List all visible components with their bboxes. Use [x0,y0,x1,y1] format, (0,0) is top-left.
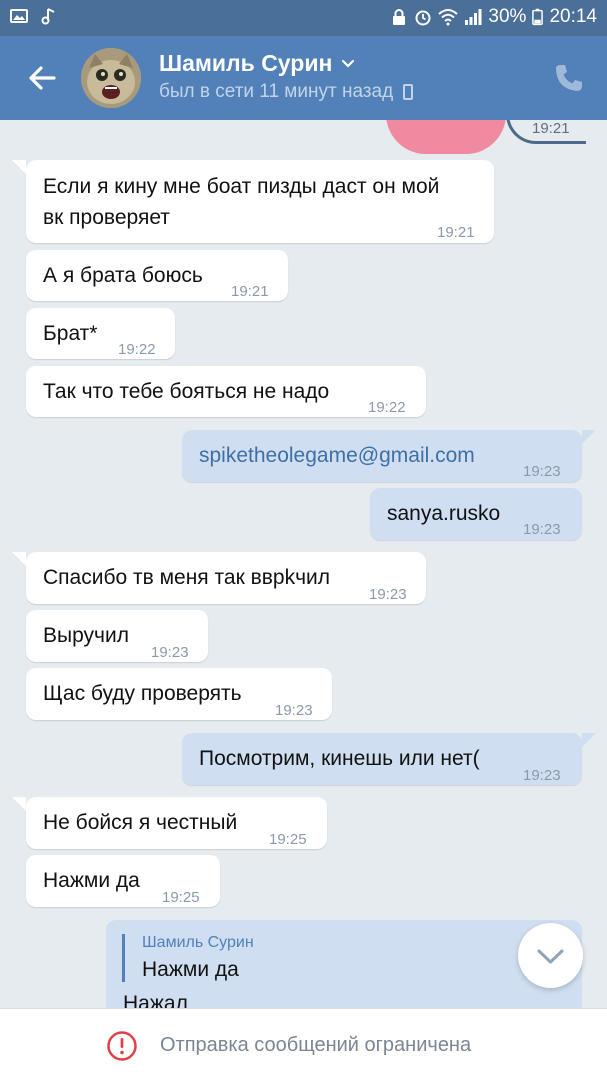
message-time: 19:23 [523,521,561,538]
message-incoming[interactable]: Спасибо тв меня так вврkчил 19:23 [26,552,426,604]
chevron-down-icon [537,949,564,964]
message-time: 19:25 [162,889,200,906]
lock-icon [393,9,406,25]
message-outgoing[interactable]: spiketheolegame@gmail.com 19:23 [182,430,582,482]
message-incoming[interactable]: Если я кину мне боат пизды даст он мой в… [26,160,494,243]
restriction-notice: Отправка сообщений ограничена [160,1034,472,1056]
message-incoming[interactable]: Щас буду проверять 19:23 [26,668,332,720]
message-incoming[interactable]: Так что тебе бояться не надо 19:22 [26,366,426,417]
message-text: вк проверяет [43,206,170,229]
alarm-icon [415,10,431,26]
sticker-partial [386,120,506,154]
message-text: Не бойся я честный [43,811,238,834]
contact-name[interactable]: Шамиль Сурин [159,50,332,77]
message-text: Щас буду проверять [43,682,242,705]
bubble-tail [582,430,596,444]
bubble-tail [12,797,26,811]
battery-icon [532,8,544,26]
bubble-tail [12,552,26,566]
message-list[interactable]: 19:21 Если я кину мне боат пизды даст он… [0,120,607,1008]
music-icon [41,8,55,25]
message-text: Нажми да [43,869,140,892]
message-text: Спасибо тв меня так вврkчил [43,566,331,589]
message-time: 19:22 [118,341,156,358]
message-time: 19:23 [151,644,189,661]
email-link[interactable]: spiketheolegame@gmail.com [199,440,475,471]
scroll-down-button[interactable] [518,923,583,988]
message-time: 19:23 [369,586,407,603]
message-text: Если я кину мне боат пизды даст он мой [43,175,440,198]
message-text: Выручил [43,624,129,647]
avatar[interactable] [81,48,141,108]
presence-status: был в сети 11 минут назад [159,81,394,102]
bubble-tail [12,160,26,174]
message-text: Посмотрим, кинешь или нет( [199,747,480,770]
message-time: 19:25 [269,831,307,848]
message-outgoing[interactable]: Посмотрим, кинешь или нет( 19:23 [182,733,582,785]
message-incoming[interactable]: Не бойся я честный 19:25 [26,797,327,849]
gallery-icon [10,9,28,23]
quoted-text: Нажми да [142,958,239,981]
message-incoming[interactable]: Брат* 19:22 [26,308,175,359]
message-outgoing-reply[interactable]: Шамиль Сурин Нажми да Нажал [106,920,582,1008]
wifi-icon [438,9,459,26]
message-time: 19:21 [437,224,475,241]
signal-icon [465,9,482,25]
message-time: 19:21 [532,120,570,137]
message-time: 19:23 [523,463,561,480]
chat-header: Шамиль Сурин был в сети 11 минут назад [0,36,607,120]
message-time: 19:23 [523,767,561,784]
quoted-author: Шамиль Сурин [142,934,254,951]
message-time: 19:23 [275,702,313,719]
phone-icon[interactable] [551,60,587,96]
battery-percent: 30% [488,6,527,27]
message-time: 19:22 [368,399,406,416]
message-text: Нажал [123,992,188,1008]
message-text: sanya.rusko [387,502,501,525]
warning-circle-icon [107,1031,137,1061]
message-text: А я брата боюсь [43,264,203,287]
message-text: Брат* [43,322,98,345]
bubble-tail [582,733,596,747]
message-incoming[interactable]: Выручил 19:23 [26,610,208,662]
message-text: Так что тебе бояться не надо [43,380,330,403]
arrow-left-icon[interactable] [22,58,62,98]
quote-bar [122,934,125,982]
message-incoming[interactable]: А я брата боюсь 19:21 [26,250,288,301]
message-time: 19:21 [231,283,269,300]
status-bar: 30% 20:14 [0,0,607,36]
message-outgoing[interactable]: sanya.rusko 19:23 [370,488,582,540]
clock: 20:14 [549,6,597,27]
mobile-icon [403,84,414,100]
chevron-down-icon[interactable] [340,56,356,72]
messaging-restricted-bar: Отправка сообщений ограничена [0,1008,607,1080]
message-incoming[interactable]: Нажми да 19:25 [26,855,220,907]
